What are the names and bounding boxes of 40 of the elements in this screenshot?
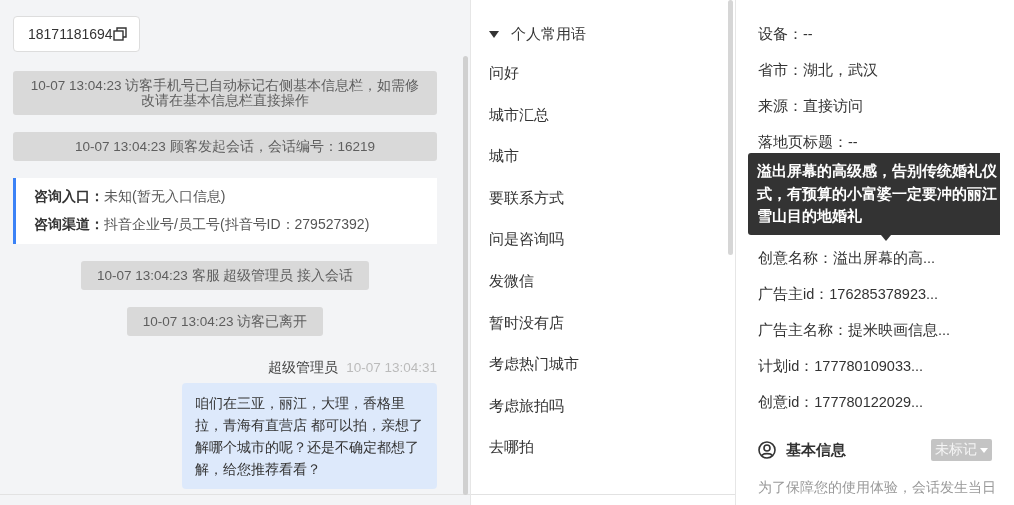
- phrase-item[interactable]: 城市汇总: [489, 105, 735, 126]
- phrase-item[interactable]: 发微信: [489, 271, 735, 292]
- card-info-line: 咨询渠道：抖音企业号/员工号(抖音号ID：279527392): [34, 216, 371, 234]
- info-field: 广告主名称：提米映画信息...: [758, 321, 1014, 341]
- info-field: 广告主id：176285378923...: [758, 285, 1014, 305]
- phrase-item[interactable]: 考虑旅拍吗: [489, 396, 735, 417]
- info-field: 来源：直接访问: [758, 97, 1014, 117]
- phrase-group-toggle[interactable]: 个人常用语: [489, 24, 586, 44]
- phrase-item[interactable]: 问是咨询吗: [489, 230, 735, 251]
- tooltip: 溢出屏幕的高级感，告别传统婚礼仪式，有预算的小富婆一定要冲的丽江雪山目的地婚礼: [748, 153, 1000, 235]
- info-field: 省市：湖北，武汉: [758, 61, 1014, 81]
- info-field: 创意名称：溢出屏幕的高...: [758, 249, 1014, 269]
- sender-name: 超级管理员: [268, 360, 339, 375]
- section-title: 基本信息: [786, 440, 847, 460]
- tooltip-arrow-icon: [881, 235, 891, 241]
- info-field: 落地页标题：--: [758, 133, 1014, 153]
- info-field: 计划id：177780109033...: [758, 357, 1014, 377]
- system-message: 10-07 13:04:23 访客手机号已自动标记右侧基本信息栏，如需修改请在基本信息栏直接操作: [13, 71, 437, 115]
- scrollbar[interactable]: [463, 56, 468, 495]
- phrase-item[interactable]: 要联系方式: [489, 188, 735, 209]
- phrase-item[interactable]: 暂时没有店: [489, 313, 735, 334]
- notice-text: 为了保障您的使用体验，会话发生当日: [758, 479, 997, 497]
- copy-icon[interactable]: [112, 27, 127, 41]
- phrase-item[interactable]: 去哪拍: [489, 438, 735, 459]
- phone-number: 18171181694: [28, 26, 113, 42]
- message-time: 10-07 13:04:31: [346, 360, 437, 375]
- system-message: 10-07 13:04:23 访客已离开: [126, 307, 324, 336]
- system-message: 10-07 13:04:23 客服 超级管理员 接入会话: [80, 261, 370, 290]
- message-bubble: 咱们在三亚，丽江，大理，香格里拉，青海有直营店 都可以拍，亲想了解哪个城市的呢？还是不确定都想了解，给您推荐看看？: [182, 383, 437, 489]
- scrollbar[interactable]: [728, 0, 733, 255]
- phrase-item[interactable]: 问好: [489, 64, 735, 84]
- card-info-line: 咨询入口：未知(暂无入口信息): [34, 188, 227, 206]
- caret-down-icon: [489, 30, 499, 38]
- info-field: 设备：--: [758, 25, 1014, 45]
- user-icon: [758, 441, 776, 459]
- info-field: 创意id：177780122029...: [758, 393, 1014, 413]
- caret-down-icon: [980, 447, 988, 453]
- system-message: 10-07 13:04:23 顾客发起会话，会话编号：16219: [13, 132, 437, 161]
- phrase-item[interactable]: 考虑热门城市: [489, 355, 735, 376]
- phrase-item[interactable]: 城市: [489, 147, 735, 168]
